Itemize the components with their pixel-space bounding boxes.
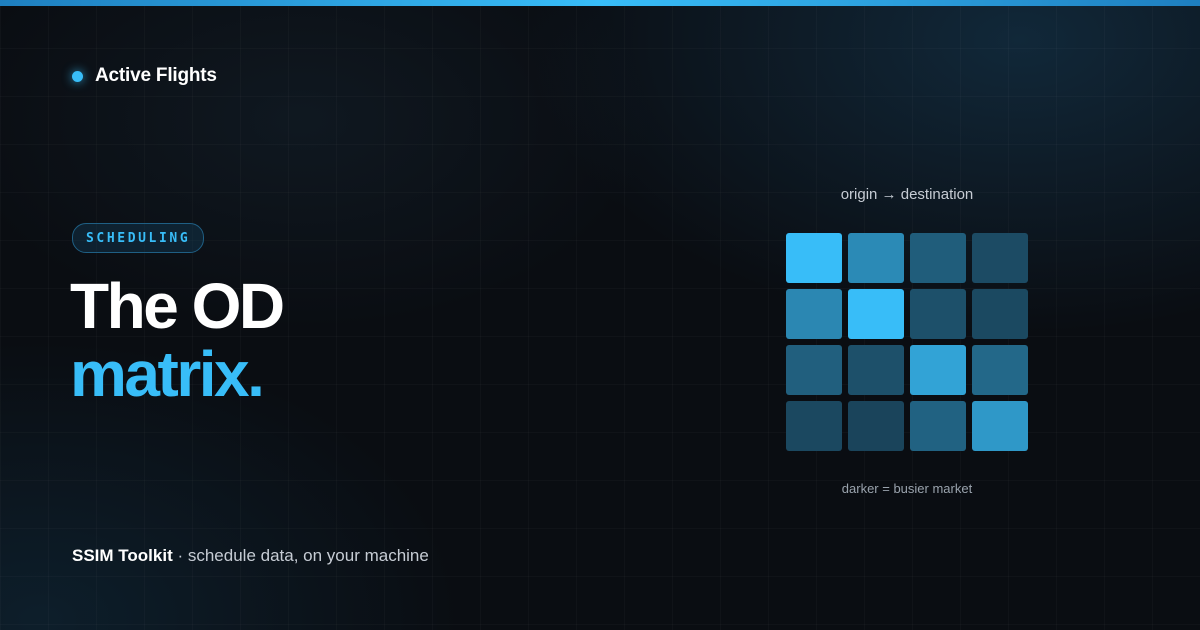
matrix-cell-1-0	[786, 289, 842, 339]
top-accent-bar	[0, 0, 1200, 6]
matrix-cell-3-0	[786, 401, 842, 451]
product-name: SSIM Toolkit	[72, 546, 173, 565]
matrix-cell-1-2	[910, 289, 966, 339]
matrix-cell-0-2	[910, 233, 966, 283]
status-dot-icon	[72, 70, 83, 82]
matrix-cell-3-2	[910, 401, 966, 451]
matrix-cell-1-3	[972, 289, 1028, 339]
og-card: Active Flights SCHEDULING The OD matrix.…	[0, 0, 1200, 630]
matrix-cell-2-2	[910, 345, 966, 395]
matrix-cell-0-3	[972, 233, 1028, 283]
headline-line-1: The OD	[70, 270, 285, 342]
headline: The OD matrix.	[70, 270, 285, 410]
headline-line-2: matrix.	[70, 338, 265, 410]
brand-name: Active Flights	[95, 65, 217, 86]
matrix-cell-2-1	[848, 345, 904, 395]
matrix-cell-1-1	[848, 289, 904, 339]
matrix-cell-0-0	[786, 233, 842, 283]
matrix-cell-3-3	[972, 401, 1028, 451]
brand: Active Flights	[72, 64, 217, 88]
matrix-cell-3-1	[848, 401, 904, 451]
matrix-cell-2-0	[786, 345, 842, 395]
matrix-legend-note: darker = busier market	[841, 481, 973, 496]
matrix-cell-2-3	[972, 345, 1028, 395]
matrix-caption: origin → destination	[840, 186, 974, 203]
matrix-cell-0-1	[848, 233, 904, 283]
od-matrix	[786, 233, 1028, 451]
footer-tagline: · schedule data, on your machine	[172, 546, 429, 565]
category-tag: SCHEDULING	[72, 223, 205, 253]
footer: SSIM Toolkit · schedule data, on your ma…	[72, 546, 429, 566]
